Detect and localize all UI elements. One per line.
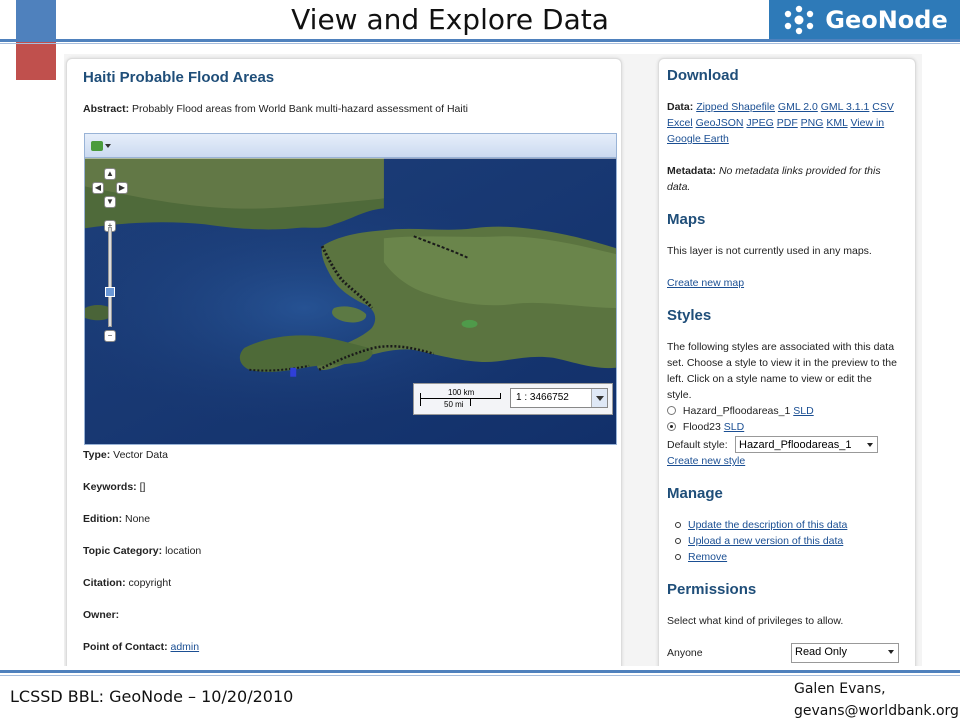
default-style-label: Default style:	[667, 439, 728, 451]
permissions-heading: Permissions	[667, 581, 757, 598]
footer-author-email: gevans@worldbank.org	[794, 703, 959, 719]
footer-presentation-info: LCSSD BBL: GeoNode – 10/20/2010	[10, 687, 294, 706]
manage-update-item: Update the description of this data	[675, 517, 907, 533]
layer-abstract: Abstract: Probably Flood areas from Worl…	[83, 103, 603, 115]
download-pdf[interactable]: PDF	[777, 117, 798, 129]
remove-link[interactable]: Remove	[688, 551, 727, 563]
permissions-text: Select what kind of privileges to allow.	[667, 615, 844, 627]
download-png[interactable]: PNG	[801, 117, 824, 129]
geonode-logo-icon	[785, 5, 814, 34]
create-new-map-link[interactable]: Create new map	[667, 277, 744, 289]
style-sld-link-hazard[interactable]: SLD	[793, 405, 813, 417]
manage-remove-item: Remove	[675, 549, 907, 565]
top-divider-thin	[0, 43, 960, 44]
download-jpeg[interactable]: JPEG	[746, 117, 773, 129]
style-radio-hazard[interactable]	[667, 406, 676, 415]
point-of-contact-link[interactable]: admin	[171, 641, 200, 653]
geonode-logo: GeoNode	[769, 0, 960, 39]
default-style-select[interactable]: Hazard_Pfloodareas_1	[735, 436, 878, 453]
meta-edition: Edition: None	[83, 513, 151, 525]
meta-topic-category: Topic Category: location	[83, 545, 202, 557]
maps-text: This layer is not currently used in any …	[667, 245, 872, 257]
meta-type: Type: Vector Data	[83, 449, 169, 461]
download-kml[interactable]: KML	[826, 117, 847, 129]
decoration-red-block	[16, 40, 56, 80]
bullet-icon	[675, 522, 681, 528]
layers-icon	[91, 141, 103, 151]
manage-heading: Manage	[667, 485, 723, 502]
scale-bar: 100 km 50 mi 1 : 3466752	[413, 383, 613, 415]
scale-mi: 50 mi	[444, 400, 464, 409]
chevron-down-icon	[867, 443, 873, 447]
create-new-style-link[interactable]: Create new style	[667, 455, 745, 467]
download-gml-2[interactable]: GML 2.0	[778, 101, 818, 113]
download-links: Data: Zipped Shapefile GML 2.0 GML 3.1.1…	[667, 101, 894, 145]
maps-heading: Maps	[667, 211, 706, 228]
pan-up-button[interactable]: ▲	[104, 168, 116, 180]
geonode-layer-page: Haiti Probable Flood Areas Abstract: Pro…	[64, 54, 922, 666]
scale-km: 100 km	[448, 388, 475, 397]
style-radio-flood23[interactable]	[667, 422, 676, 431]
meta-keywords: Keywords: []	[83, 481, 146, 493]
styles-heading: Styles	[667, 307, 712, 324]
footer-author-name: Galen Evans,	[794, 681, 886, 697]
scale-line: 100 km 50 mi	[420, 388, 501, 410]
zoom-slider[interactable]	[108, 227, 112, 327]
download-heading: Download	[667, 67, 739, 84]
chevron-down-icon	[105, 144, 111, 148]
layer-title: Haiti Probable Flood Areas	[83, 69, 275, 86]
logo-text: GeoNode	[825, 5, 948, 34]
download-zipped-shapefile[interactable]: Zipped Shapefile	[696, 101, 775, 113]
meta-citation: Citation: copyright	[83, 577, 172, 589]
bottom-divider-thin	[0, 675, 960, 676]
bullet-icon	[675, 538, 681, 544]
layer-info-panel: Haiti Probable Flood Areas Abstract: Pro…	[66, 58, 622, 666]
pan-right-button[interactable]: ▶	[116, 182, 128, 194]
chevron-down-icon	[888, 650, 894, 654]
slide-title: View and Explore Data	[291, 3, 609, 36]
map-toolbar	[85, 134, 616, 158]
pan-down-button[interactable]: ▼	[104, 196, 116, 208]
footer-author: Galen Evans, gevans@worldbank.org	[794, 678, 959, 720]
bullet-icon	[675, 554, 681, 560]
style-item-flood23: Flood23 SLD	[667, 419, 899, 435]
scale-select[interactable]: 1 : 3466752	[510, 388, 608, 408]
metadata-info: Metadata: No metadata links provided for…	[667, 165, 881, 193]
style-sld-link-flood23[interactable]: SLD	[724, 421, 744, 433]
top-divider	[0, 39, 960, 42]
bottom-divider	[0, 670, 960, 673]
scale-select-value: 1 : 3466752	[516, 392, 569, 403]
download-excel[interactable]: Excel	[667, 117, 693, 129]
zoom-out-button[interactable]: −	[104, 330, 116, 342]
download-geojson[interactable]: GeoJSON	[696, 117, 744, 129]
map-preview[interactable]: ▲ ◀ ▶ ▼ + − 100 km 50 mi 1 : 3466752	[84, 133, 617, 445]
manage-upload-item: Upload a new version of this data	[675, 533, 907, 549]
meta-point-of-contact: Point of Contact: admin	[83, 641, 200, 653]
download-csv[interactable]: CSV	[872, 101, 894, 113]
pan-left-button[interactable]: ◀	[92, 182, 104, 194]
create-map-link-row: Create new map	[667, 275, 899, 291]
meta-owner: Owner:	[83, 609, 120, 621]
create-style-link-row: Create new style	[667, 453, 899, 469]
styles-text: The following styles are associated with…	[667, 341, 897, 401]
upload-new-version-link[interactable]: Upload a new version of this data	[688, 535, 843, 547]
layer-switcher-button[interactable]	[91, 139, 113, 153]
abstract-label: Abstract:	[83, 103, 130, 115]
style-item-hazard: Hazard_Pfloodareas_1 SLD	[667, 403, 899, 419]
download-gml-3[interactable]: GML 3.1.1	[821, 101, 870, 113]
layer-actions-panel: Download Data: Zipped Shapefile GML 2.0 …	[658, 58, 916, 666]
chevron-down-icon	[591, 389, 607, 407]
zoom-slider-handle[interactable]	[105, 287, 115, 297]
decoration-blue-block	[16, 0, 56, 40]
update-description-link[interactable]: Update the description of this data	[688, 519, 847, 531]
abstract-text: Probably Flood areas from World Bank mul…	[132, 103, 468, 115]
anyone-permission-select[interactable]: Read Only	[791, 643, 899, 663]
